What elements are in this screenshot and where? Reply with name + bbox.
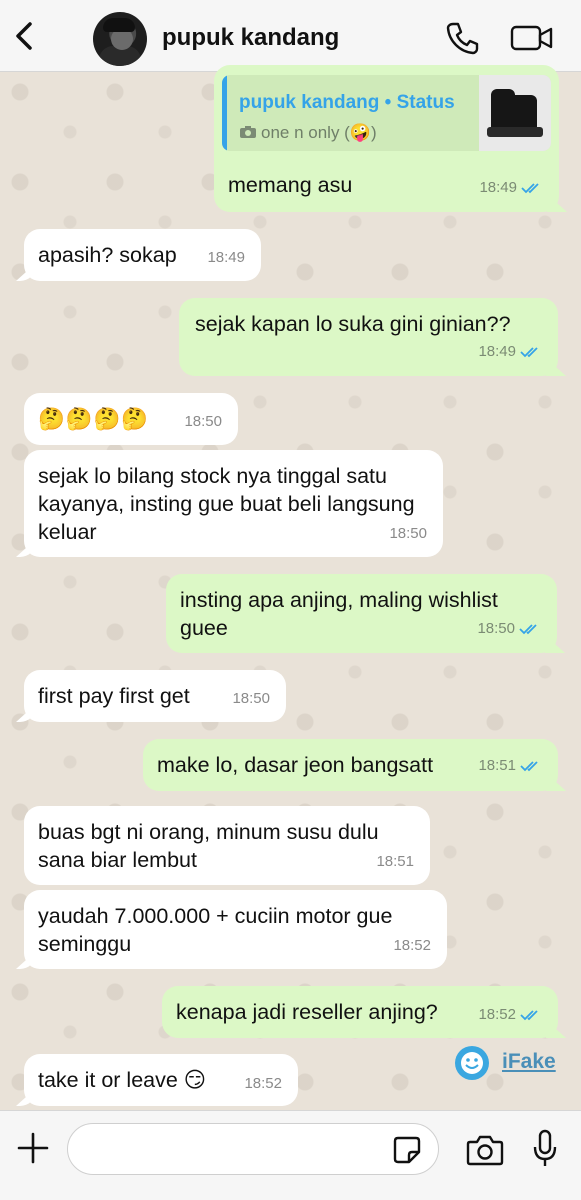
camera-icon — [240, 126, 256, 138]
ifake-logo-icon — [455, 1046, 489, 1080]
sticker-button[interactable] — [392, 1135, 422, 1165]
message-text: yaudah 7.000.000 + cuciin motor gue semi… — [38, 904, 393, 956]
message-incoming[interactable]: sejak lo bilang stock nya tinggal satu k… — [16, 450, 443, 557]
phone-icon — [446, 22, 479, 55]
message-outgoing[interactable]: insting apa anjing, maling wishlist guee… — [166, 574, 565, 653]
quote-title: pupuk kandang • Status — [239, 92, 455, 113]
message-outgoing[interactable]: make lo, dasar jeon bangsatt 18:51 — [143, 739, 566, 791]
message-time: 18:50 — [184, 413, 222, 430]
message-incoming[interactable]: apasih? sokap 18:49 — [16, 229, 261, 281]
message-outgoing-with-quote[interactable]: pupuk kandang • Status one n only (🤪) me… — [214, 65, 567, 212]
sticker-icon — [393, 1136, 421, 1164]
attach-button[interactable] — [16, 1131, 50, 1165]
video-camera-icon — [510, 25, 553, 51]
double-check-icon — [520, 347, 538, 358]
message-meta: 18:49 — [479, 174, 543, 202]
camera-icon — [466, 1135, 504, 1166]
message-input[interactable] — [67, 1123, 439, 1175]
message-meta: 18:52 — [478, 1001, 542, 1029]
quoted-status[interactable]: pupuk kandang • Status one n only (🤪) — [222, 75, 551, 151]
status-thumbnail — [479, 75, 551, 151]
double-check-icon — [520, 761, 538, 772]
avatar[interactable] — [93, 12, 147, 66]
plus-icon — [17, 1132, 49, 1164]
message-text: sejak lo bilang stock nya tinggal satu k… — [38, 464, 415, 544]
contact-name[interactable]: pupuk kandang — [162, 24, 339, 52]
message-outgoing[interactable]: kenapa jadi reseller anjing? 18:52 — [162, 986, 566, 1038]
message-time: 18:51 — [376, 853, 414, 870]
message-incoming[interactable]: buas bgt ni orang, minum susu dulu sana … — [24, 806, 430, 885]
message-text: sejak kapan lo suka gini ginian?? — [195, 312, 511, 336]
message-meta: 18:51 — [478, 752, 542, 780]
message-time: 18:52 — [478, 1006, 516, 1023]
message-meta: 18:50 — [477, 615, 541, 643]
message-time: 18:49 — [478, 343, 516, 360]
microphone-icon — [533, 1129, 557, 1166]
camera-button[interactable] — [466, 1133, 504, 1167]
message-text: memang asu — [228, 173, 353, 197]
message-time: 18:50 — [389, 525, 427, 542]
quote-subtitle: one n only (🤪) — [239, 119, 377, 147]
double-check-icon — [519, 624, 537, 635]
ifake-watermark[interactable]: iFake — [502, 1050, 556, 1074]
back-button[interactable] — [10, 18, 38, 54]
message-time: 18:52 — [393, 937, 431, 954]
message-text: buas bgt ni orang, minum susu dulu sana … — [38, 820, 379, 872]
double-check-icon — [520, 1010, 538, 1021]
message-incoming[interactable]: first pay first get 18:50 — [16, 670, 286, 722]
message-time: 18:49 — [479, 179, 517, 196]
composer-bar — [0, 1110, 581, 1200]
quote-accent-bar — [222, 75, 227, 151]
message-time: 18:51 — [478, 757, 516, 774]
message-time: 18:52 — [244, 1075, 282, 1092]
message-incoming[interactable]: take it or leave 😏 18:52 — [16, 1054, 298, 1106]
message-time: 18:49 — [207, 249, 245, 266]
chevron-left-icon — [16, 22, 32, 50]
double-check-icon — [521, 183, 539, 194]
message-incoming[interactable]: yaudah 7.000.000 + cuciin motor gue semi… — [16, 890, 447, 969]
call-button[interactable] — [444, 20, 480, 56]
video-call-button[interactable] — [510, 24, 554, 52]
message-meta: 18:49 — [478, 338, 542, 366]
message-time: 18:50 — [477, 620, 515, 637]
message-incoming[interactable]: 🤔🤔🤔🤔 18:50 — [24, 393, 238, 445]
message-outgoing[interactable]: sejak kapan lo suka gini ginian?? 18:49 — [179, 298, 566, 376]
message-time: 18:50 — [232, 690, 270, 707]
microphone-button[interactable] — [532, 1129, 558, 1169]
chat-header: pupuk kandang — [0, 0, 581, 72]
quote-subtitle-text: one n only (🤪) — [261, 123, 377, 142]
